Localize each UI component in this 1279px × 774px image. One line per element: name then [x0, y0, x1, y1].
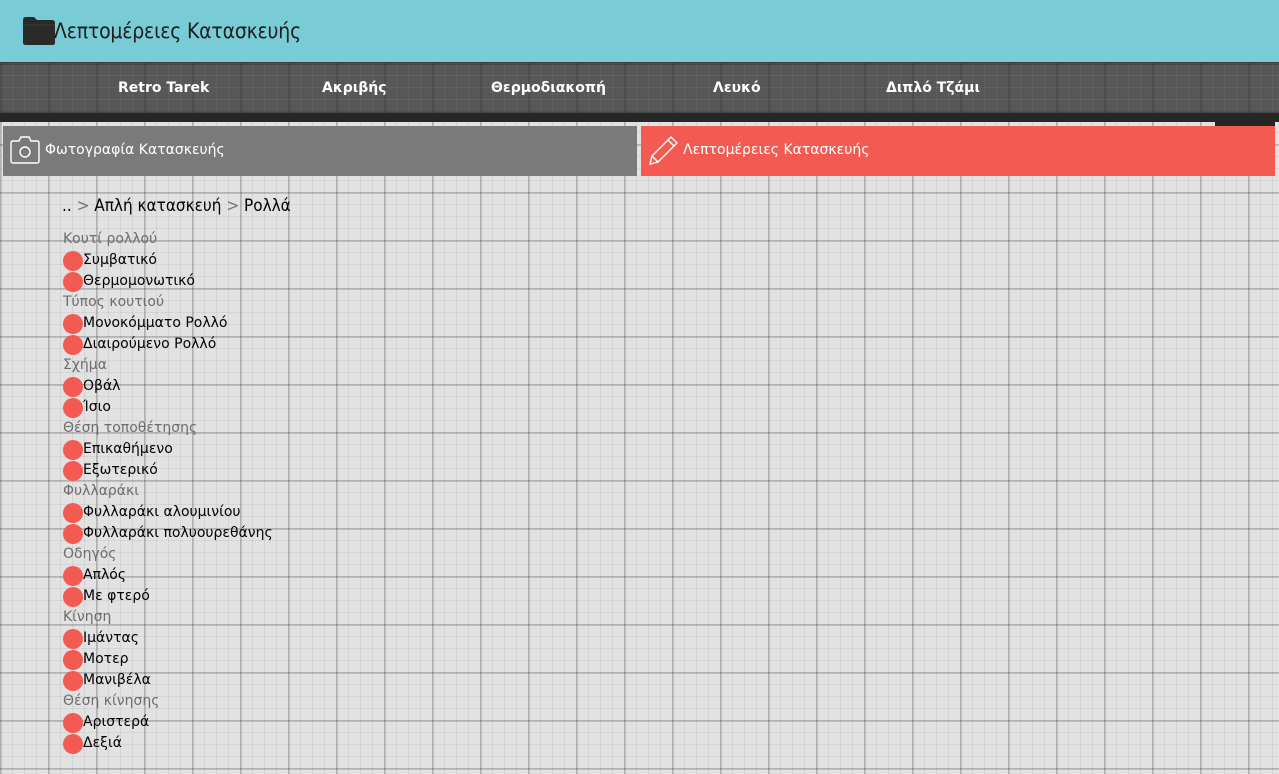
- nav-item-lefko[interactable]: Λευκό: [713, 80, 761, 96]
- radio-bullet-icon: [63, 271, 83, 292]
- option-group-label: Θέση τοποθέτησης: [63, 420, 198, 436]
- radio-bullet-icon: [63, 523, 83, 544]
- option-item[interactable]: Ιμάντας: [63, 628, 273, 649]
- option-group-label: Κίνηση: [63, 609, 112, 625]
- radio-bullet-icon: [63, 397, 83, 418]
- tab-label: Φωτογραφία Κατασκευής: [45, 142, 225, 158]
- option-label: Φυλλαράκι αλουμινίου: [83, 504, 241, 520]
- option-item[interactable]: Μανιβέλα: [63, 670, 273, 691]
- option-item[interactable]: Μονοκόμματο Ρολλό: [63, 313, 273, 334]
- radio-bullet-icon: [63, 733, 83, 754]
- nav-item-thermodiakopi[interactable]: Θερμοδιακοπή: [491, 80, 606, 96]
- option-label: Αριστερά: [83, 714, 150, 730]
- option-label: Συμβατικό: [83, 252, 157, 268]
- option-item[interactable]: Θερμομονωτικό: [63, 271, 273, 292]
- nav-item-diplo-tzami[interactable]: Διπλό Τζάμι: [886, 80, 980, 96]
- option-label: Ιμάντας: [83, 630, 139, 646]
- radio-bullet-icon: [63, 565, 83, 586]
- option-label: Μονοκόμματο Ρολλό: [83, 315, 228, 331]
- option-item[interactable]: Οβάλ: [63, 376, 273, 397]
- radio-bullet-icon: [63, 313, 83, 334]
- nav-item-akrivis[interactable]: Ακριβής: [322, 80, 387, 96]
- option-group-label: Οδηγός: [63, 546, 117, 562]
- option-label: Εξωτερικό: [83, 462, 158, 478]
- radio-bullet-icon: [63, 712, 83, 733]
- option-group-label: Φυλλαράκι: [63, 483, 140, 499]
- radio-bullet-icon: [63, 670, 83, 691]
- option-group-label: Κουτί ρολλού: [63, 231, 158, 247]
- option-label: Διαιρούμενο Ρολλό: [83, 336, 217, 352]
- folder-icon: [23, 17, 55, 45]
- radio-bullet-icon: [63, 649, 83, 670]
- option-item[interactable]: Συμβατικό: [63, 250, 273, 271]
- option-label: Απλός: [83, 567, 127, 583]
- tab-label: Λεπτομέρειες Κατασκευής: [683, 142, 870, 158]
- tab-construction-photo[interactable]: Φωτογραφία Κατασκευής: [3, 126, 637, 176]
- option-group-label: Θέση κίνησης: [63, 693, 160, 709]
- divider: [0, 113, 1279, 122]
- breadcrumb-simple-construction[interactable]: Απλή κατασκευή: [94, 196, 221, 216]
- option-label: Θερμομονωτικό: [83, 273, 195, 289]
- radio-bullet-icon: [63, 250, 83, 271]
- nav-item-retro-tarek[interactable]: Retro Tarek: [118, 80, 209, 96]
- radio-bullet-icon: [63, 460, 83, 481]
- radio-bullet-icon: [63, 502, 83, 523]
- option-item[interactable]: Φυλλαράκι αλουμινίου: [63, 502, 273, 523]
- radio-bullet-icon: [63, 376, 83, 397]
- breadcrumb-separator: >: [76, 196, 90, 216]
- option-item[interactable]: Απλός: [63, 565, 273, 586]
- option-label: Δεξιά: [83, 735, 122, 751]
- breadcrumb-shutters[interactable]: Ρολλά: [244, 196, 291, 216]
- radio-bullet-icon: [63, 586, 83, 607]
- option-label: Ίσιο: [83, 399, 111, 415]
- breadcrumb-root[interactable]: ..: [62, 196, 72, 216]
- option-item[interactable]: Εξωτερικό: [63, 460, 273, 481]
- app-header: Λεπτομέρειες Κατασκευής: [0, 0, 1279, 62]
- option-label: Μανιβέλα: [83, 672, 151, 688]
- option-item[interactable]: Ίσιο: [63, 397, 273, 418]
- option-label: Με φτερό: [83, 588, 150, 604]
- option-item[interactable]: Με φτερό: [63, 586, 273, 607]
- option-list: Κουτί ρολλού Συμβατικό Θερμομονωτικό Τύπος …: [63, 229, 273, 754]
- option-group-label: Σχήμα: [63, 357, 107, 373]
- radio-bullet-icon: [63, 628, 83, 649]
- option-label: Μοτερ: [83, 651, 129, 667]
- option-item[interactable]: Φυλλαράκι πολυουρεθάνης: [63, 523, 273, 544]
- main-nav: Retro Tarek Ακριβής Θερμοδιακοπή Λευκό Δ…: [0, 62, 1279, 113]
- breadcrumb-separator: >: [226, 196, 240, 216]
- option-group-label: Τύπος κουτιού: [63, 294, 165, 310]
- option-item[interactable]: Διαιρούμενο Ρολλό: [63, 334, 273, 355]
- option-item[interactable]: Δεξιά: [63, 733, 273, 754]
- option-item[interactable]: Μοτερ: [63, 649, 273, 670]
- page-title: Λεπτομέρειες Κατασκευής: [54, 19, 301, 43]
- pencil-icon: [649, 136, 678, 165]
- radio-bullet-icon: [63, 439, 83, 460]
- tab-construction-details[interactable]: Λεπτομέρειες Κατασκευής: [641, 126, 1275, 176]
- option-label: Επικαθήμενο: [83, 441, 173, 457]
- radio-bullet-icon: [63, 334, 83, 355]
- option-label: Οβάλ: [83, 378, 121, 394]
- breadcrumb: .. > Απλή κατασκευή > Ρολλά: [62, 196, 291, 216]
- option-item[interactable]: Επικαθήμενο: [63, 439, 273, 460]
- camera-icon: [10, 136, 40, 164]
- option-label: Φυλλαράκι πολυουρεθάνης: [83, 525, 273, 541]
- option-item[interactable]: Αριστερά: [63, 712, 273, 733]
